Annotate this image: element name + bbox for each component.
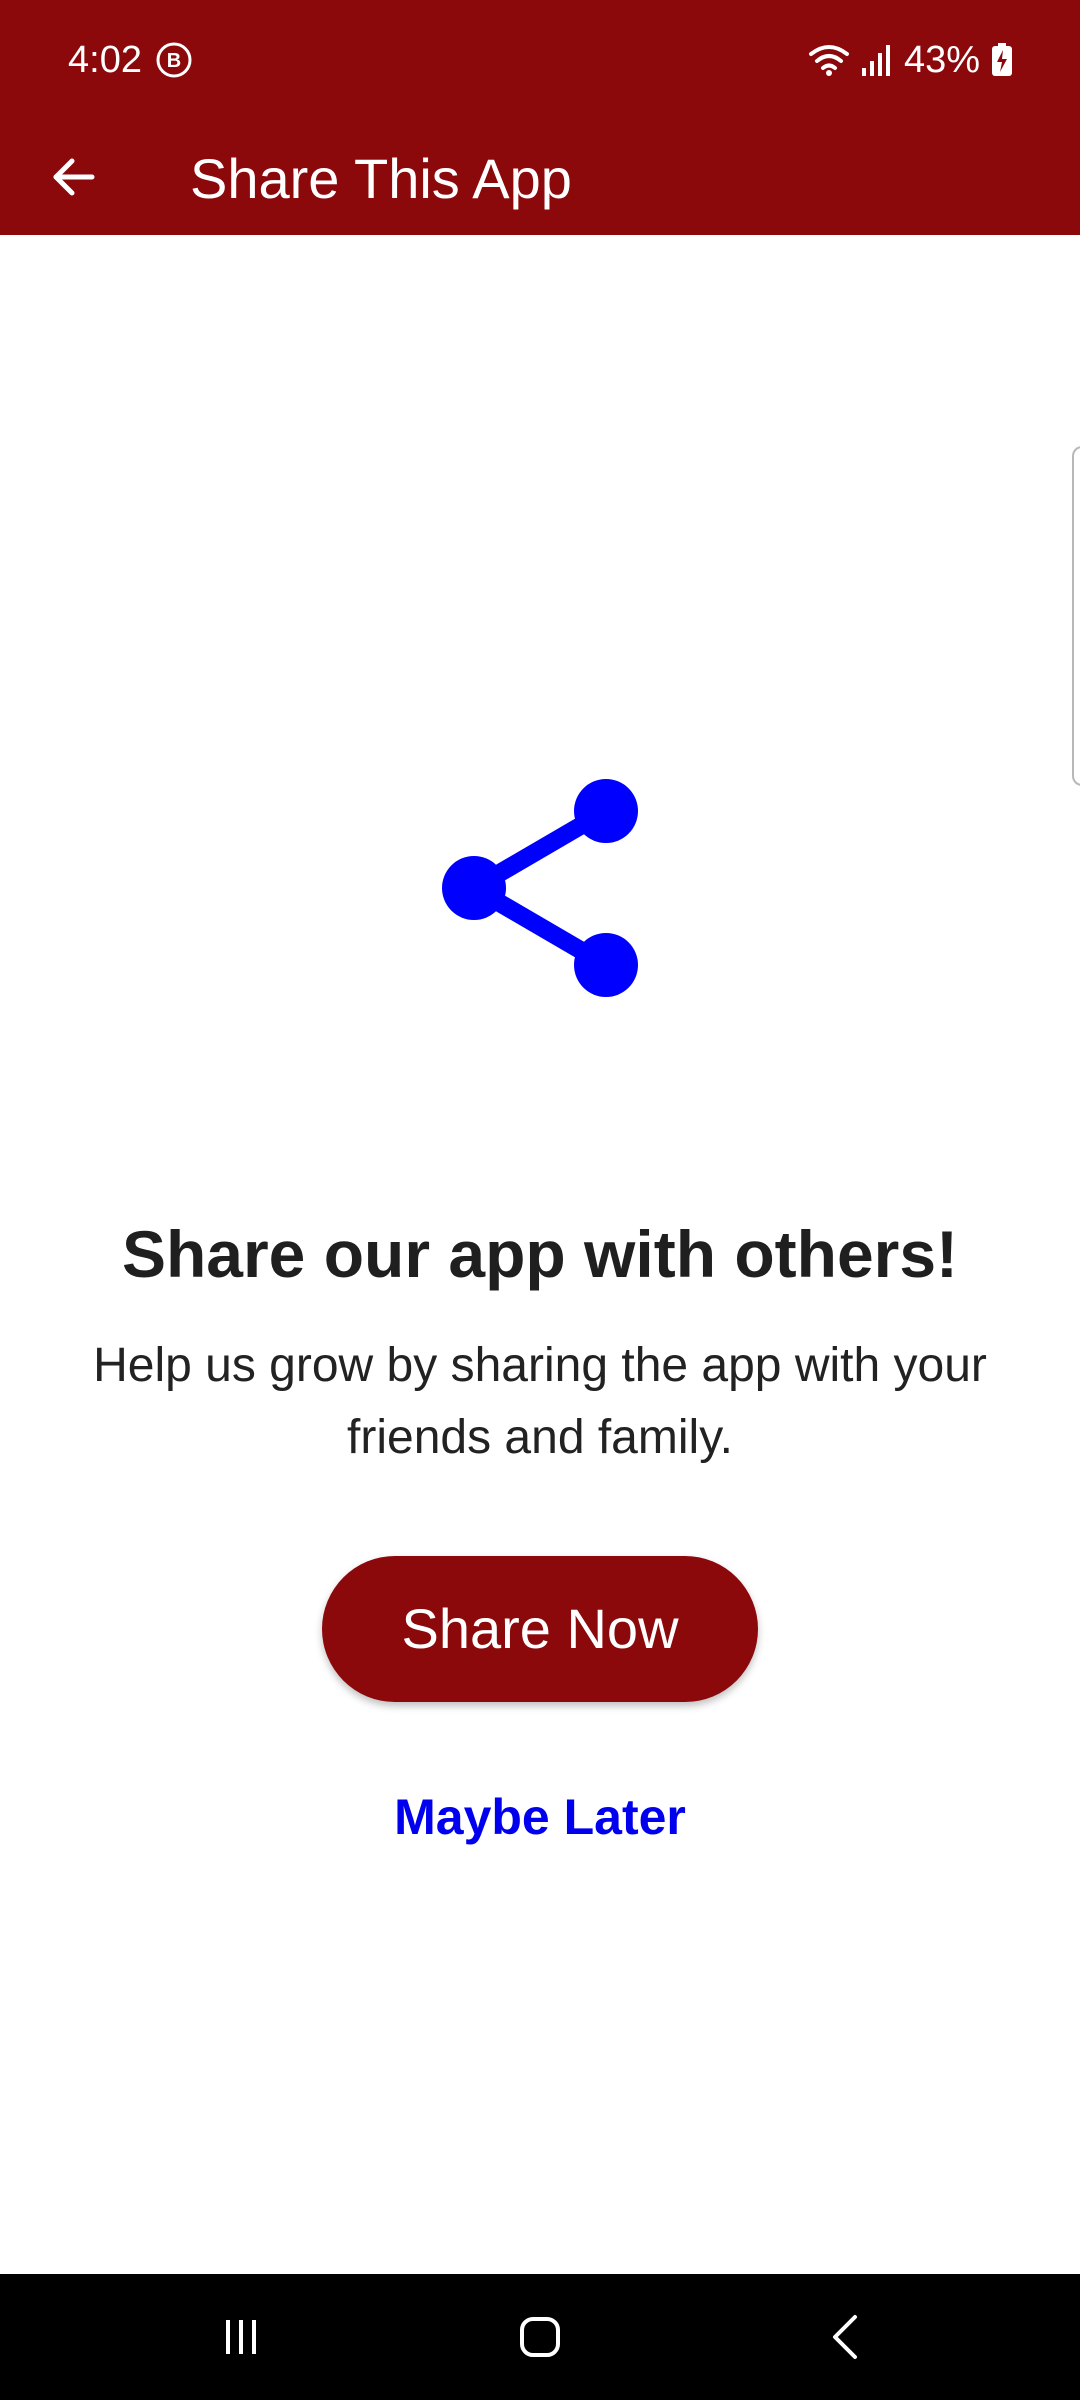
status-icons: 43% (808, 36, 1014, 84)
recent-apps-button[interactable] (198, 2294, 284, 2380)
headline: Share our app with others! (121, 1217, 959, 1291)
svg-text:B: B (167, 50, 181, 72)
b-badge-icon: B (156, 42, 192, 78)
top-bar: 4:02 B 43% Share This App (0, 0, 1080, 235)
system-back-button[interactable] (802, 2294, 888, 2380)
status-time: 4:02 (68, 39, 142, 81)
battery-charging-icon (992, 43, 1012, 76)
wifi-icon (808, 45, 849, 76)
home-icon (520, 2317, 560, 2357)
status-bar: 4:02 B 43% (0, 0, 1080, 118)
app-bar: Share This App (0, 118, 1080, 235)
page-title: Share This App (190, 147, 572, 210)
signal-icon (861, 45, 890, 76)
recent-apps-icon (226, 2320, 256, 2354)
description-text: Help us grow by sharing the app with you… (93, 1339, 987, 1464)
maybe-later-link[interactable]: Maybe Later (0, 1782, 1080, 1852)
home-button[interactable] (497, 2294, 583, 2380)
share-now-button[interactable]: Share Now (322, 1556, 758, 1702)
navigation-bar (0, 2274, 1080, 2400)
share-app-screen: 4:02 B 43% Share This App Share our app … (0, 0, 1080, 2400)
share-icon (442, 779, 638, 997)
battery-percent: 43% (903, 39, 980, 81)
arrow-back-icon (53, 158, 95, 196)
edge-panel-handle[interactable] (1072, 446, 1080, 786)
back-button[interactable] (36, 140, 110, 214)
back-icon (833, 2315, 857, 2359)
